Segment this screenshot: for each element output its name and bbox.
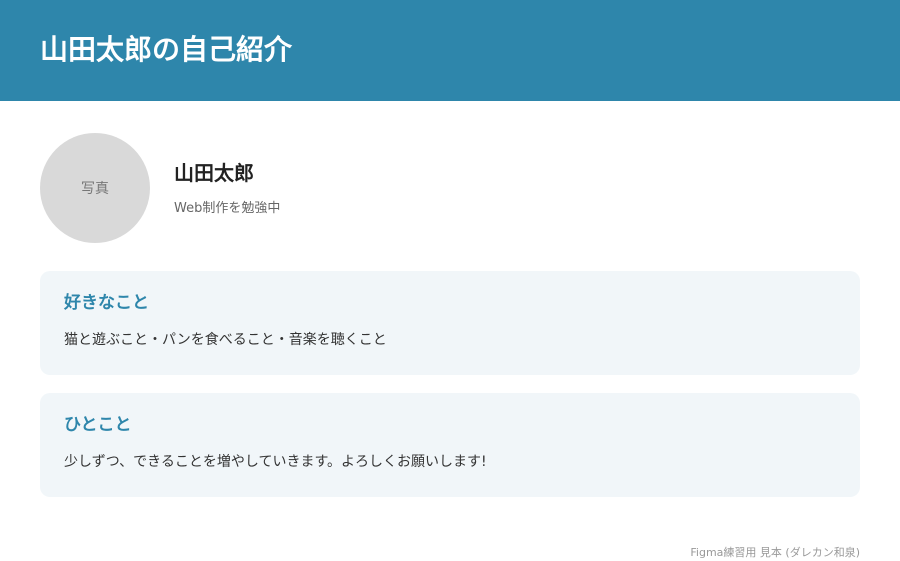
profile-name: 山田太郎 [174, 161, 254, 185]
avatar-placeholder-label: 写真 [81, 181, 109, 197]
section-body: 猫と遊ぶこと・パンを食べること・音楽を聴くこと [64, 332, 387, 348]
section-title: ひとこと [64, 415, 132, 435]
section-body: 少しずつ、できることを増やしていきます。よろしくお願いします! [64, 454, 487, 470]
section-card-message: ひとこと 少しずつ、できることを増やしていきます。よろしくお願いします! [40, 393, 860, 497]
section-title: 好きなこと [64, 293, 149, 313]
profile-tagline: Web制作を勉強中 [174, 201, 281, 216]
section-card-likes: 好きなこと 猫と遊ぶこと・パンを食べること・音楽を聴くこと [40, 271, 860, 375]
page-title: 山田太郎の自己紹介 [40, 33, 293, 66]
avatar: 写真 [40, 133, 150, 243]
page-header: 山田太郎の自己紹介 [0, 0, 900, 101]
profile-section: 写真 山田太郎 Web制作を勉強中 [40, 133, 860, 243]
footer-credit: Figma練習用 見本 (ダレカン和泉) [690, 546, 860, 559]
